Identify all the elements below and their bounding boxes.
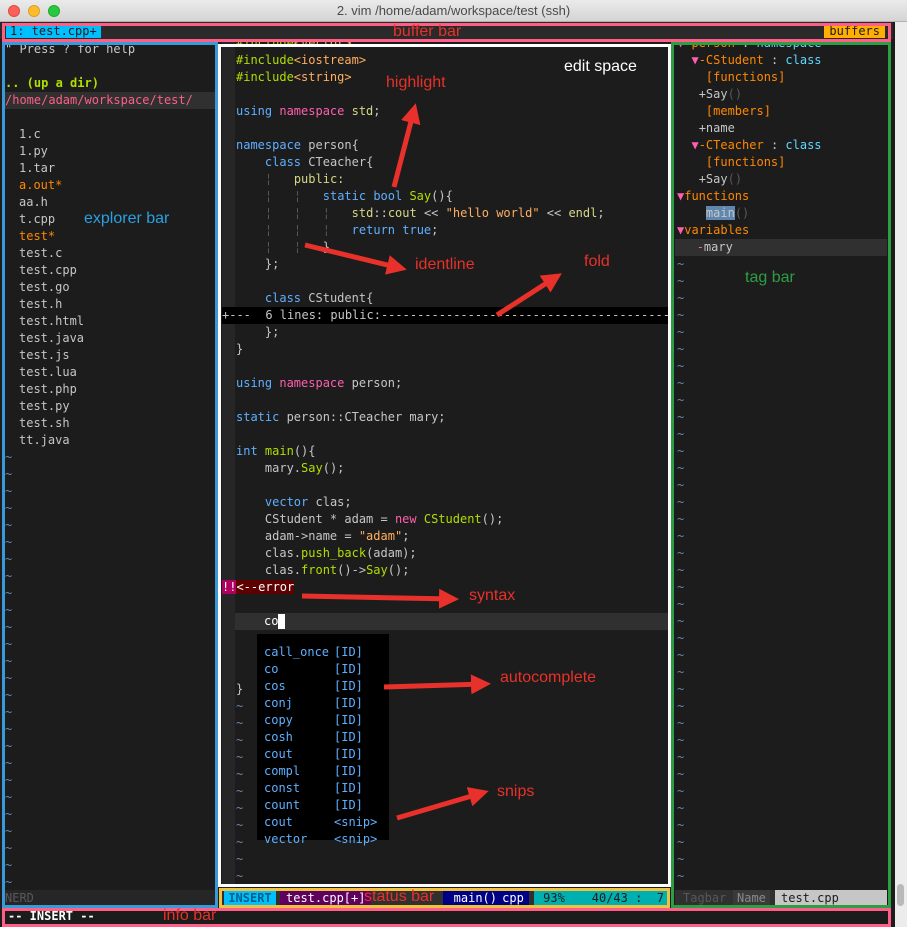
arrow-autocomplete xyxy=(383,674,491,695)
arrow-identline xyxy=(304,242,407,275)
window-title-bar: 2. vim /home/adam/workspace/test (ssh) xyxy=(0,0,907,22)
terminal[interactable]: 1: test.cpp+ buffers " Press ? for help … xyxy=(0,22,907,927)
arrow-fold xyxy=(495,273,562,318)
window-title: 2. vim /home/adam/workspace/test (ssh) xyxy=(336,3,571,18)
annotation-arrows xyxy=(301,103,562,821)
arrow-highlight xyxy=(391,103,421,188)
window-scrollbar[interactable] xyxy=(895,22,907,927)
arrow-snips xyxy=(396,787,489,821)
scrollbar-thumb[interactable] xyxy=(897,884,904,906)
arrow-syntax xyxy=(301,588,459,609)
